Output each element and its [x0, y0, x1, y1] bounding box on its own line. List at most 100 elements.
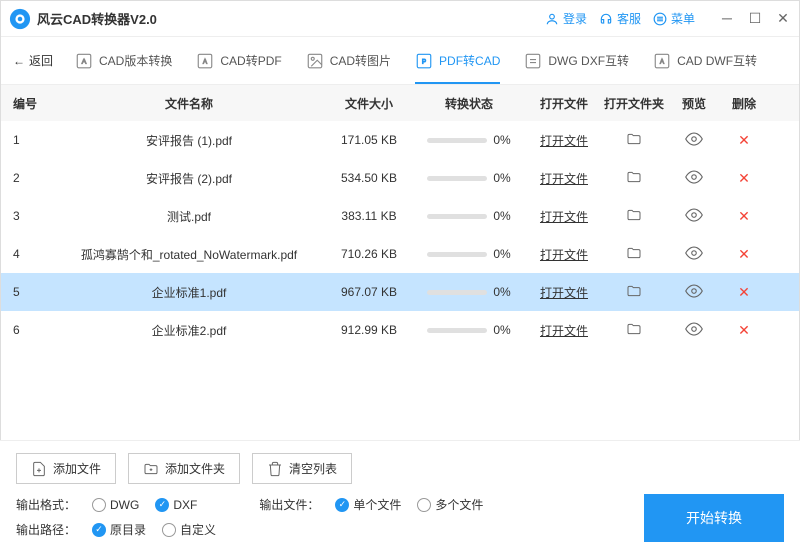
app-title: 风云CAD转换器V2.0	[37, 9, 157, 28]
open-file-link[interactable]: 打开文件	[540, 172, 588, 186]
delete-button[interactable]: ✕	[738, 132, 750, 149]
table-row[interactable]: 5 企业标准1.pdf 967.07 KB 0% 打开文件 ✕	[1, 273, 799, 311]
progress-percent: 0%	[493, 171, 510, 185]
table-body: 1 安评报告 (1).pdf 171.05 KB 0% 打开文件 ✕ 2 安评报…	[1, 121, 799, 349]
swap-icon	[524, 52, 542, 70]
open-file-link[interactable]: 打开文件	[540, 134, 588, 148]
back-label: 返回	[29, 52, 53, 69]
open-folder-button[interactable]	[626, 321, 642, 337]
cell-size: 383.11 KB	[329, 209, 409, 223]
th-name: 文件名称	[49, 95, 329, 112]
tab-cad-version[interactable]: A CAD版本转换	[65, 37, 182, 84]
delete-button[interactable]: ✕	[738, 322, 750, 339]
cell-size: 171.05 KB	[329, 133, 409, 147]
open-folder-button[interactable]	[626, 169, 642, 185]
cell-size: 912.99 KB	[329, 323, 409, 337]
tab-pdf-cad[interactable]: P PDF转CAD	[405, 37, 510, 84]
radio-icon	[92, 498, 106, 512]
delete-button[interactable]: ✕	[738, 170, 750, 187]
open-file-link[interactable]: 打开文件	[540, 248, 588, 262]
minimize-button[interactable]: ─	[719, 10, 735, 27]
tab-cad-pdf[interactable]: A CAD转PDF	[186, 37, 291, 84]
preview-button[interactable]	[685, 320, 703, 338]
cell-status: 0%	[409, 285, 529, 299]
th-delete: 删除	[719, 95, 769, 112]
pdf-to-cad-icon: P	[415, 52, 433, 70]
convert-button[interactable]: 开始转换	[644, 494, 784, 542]
maximize-button[interactable]: ☐	[747, 10, 763, 27]
tab-cad-image[interactable]: CAD转图片	[296, 37, 401, 84]
cell-size: 710.26 KB	[329, 247, 409, 261]
service-button[interactable]: 客服	[599, 10, 641, 27]
preview-button[interactable]	[685, 206, 703, 224]
preview-button[interactable]	[685, 282, 703, 300]
cell-num: 4	[9, 247, 49, 261]
progress-bar	[427, 328, 487, 333]
cell-status: 0%	[409, 171, 529, 185]
user-icon	[545, 12, 559, 26]
radio-custom[interactable]: 自定义	[162, 521, 216, 538]
tab-label: PDF转CAD	[439, 52, 500, 69]
cell-size: 967.07 KB	[329, 285, 409, 299]
output-format-label: 输出格式：	[16, 496, 76, 513]
radio-icon	[417, 498, 431, 512]
cell-status: 0%	[409, 247, 529, 261]
table-row[interactable]: 6 企业标准2.pdf 912.99 KB 0% 打开文件 ✕	[1, 311, 799, 349]
radio-dwg[interactable]: DWG	[92, 498, 139, 512]
close-button[interactable]: ✕	[775, 10, 791, 27]
open-folder-button[interactable]	[626, 245, 642, 261]
open-file-link[interactable]: 打开文件	[540, 210, 588, 224]
preview-button[interactable]	[685, 130, 703, 148]
cell-name: 企业标准1.pdf	[49, 284, 329, 301]
preview-button[interactable]	[685, 244, 703, 262]
radio-checked-icon: ✓	[335, 498, 349, 512]
tab-label: CAD转PDF	[220, 52, 281, 69]
clear-list-button[interactable]: 清空列表	[252, 453, 352, 484]
tab-label: CAD版本转换	[99, 52, 172, 69]
delete-button[interactable]: ✕	[738, 284, 750, 301]
cell-num: 3	[9, 209, 49, 223]
progress-percent: 0%	[493, 133, 510, 147]
radio-multi-file[interactable]: 多个文件	[417, 496, 483, 513]
cell-num: 2	[9, 171, 49, 185]
table-row[interactable]: 1 安评报告 (1).pdf 171.05 KB 0% 打开文件 ✕	[1, 121, 799, 159]
login-button[interactable]: 登录	[545, 10, 587, 27]
bottom-panel: 添加文件 添加文件夹 清空列表 输出格式： DWG ✓ DXF 输出文件： ✓ …	[0, 440, 800, 558]
cell-name: 企业标准2.pdf	[49, 322, 329, 339]
menu-icon	[653, 12, 667, 26]
preview-button[interactable]	[685, 168, 703, 186]
th-preview: 预览	[669, 95, 719, 112]
table-row[interactable]: 2 安评报告 (2).pdf 534.50 KB 0% 打开文件 ✕	[1, 159, 799, 197]
image-icon	[306, 52, 324, 70]
radio-single-file[interactable]: ✓ 单个文件	[335, 496, 401, 513]
toolbar: ← 返回 A CAD版本转换 A CAD转PDF CAD转图片 P PDF转CA…	[1, 37, 799, 85]
tab-label: CAD DWF互转	[677, 52, 757, 69]
login-label: 登录	[563, 10, 587, 27]
table-row[interactable]: 4 孤鸿寡鹄个和_rotated_NoWatermark.pdf 710.26 …	[1, 235, 799, 273]
table-row[interactable]: 3 测试.pdf 383.11 KB 0% 打开文件 ✕	[1, 197, 799, 235]
radio-dxf[interactable]: ✓ DXF	[155, 498, 197, 512]
progress-percent: 0%	[493, 285, 510, 299]
cell-num: 1	[9, 133, 49, 147]
open-folder-button[interactable]	[626, 207, 642, 223]
tab-dwg-dxf[interactable]: DWG DXF互转	[514, 37, 639, 84]
radio-original-dir[interactable]: ✓ 原目录	[92, 521, 146, 538]
radio-single-label: 单个文件	[353, 496, 401, 513]
add-file-button[interactable]: 添加文件	[16, 453, 116, 484]
trash-icon	[267, 461, 283, 477]
open-folder-button[interactable]	[626, 131, 642, 147]
open-file-link[interactable]: 打开文件	[540, 324, 588, 338]
delete-button[interactable]: ✕	[738, 246, 750, 263]
titlebar-right: 登录 客服 菜单 ─ ☐ ✕	[545, 10, 791, 27]
delete-button[interactable]: ✕	[738, 208, 750, 225]
menu-label: 菜单	[671, 10, 695, 27]
tab-cad-dwf[interactable]: A CAD DWF互转	[643, 37, 767, 84]
cell-name: 孤鸿寡鹄个和_rotated_NoWatermark.pdf	[49, 246, 329, 263]
menu-button[interactable]: 菜单	[653, 10, 695, 27]
add-folder-button[interactable]: 添加文件夹	[128, 453, 240, 484]
back-button[interactable]: ← 返回	[13, 52, 53, 69]
cell-status: 0%	[409, 323, 529, 337]
progress-percent: 0%	[493, 247, 510, 261]
open-file-link[interactable]: 打开文件	[540, 286, 588, 300]
open-folder-button[interactable]	[626, 283, 642, 299]
